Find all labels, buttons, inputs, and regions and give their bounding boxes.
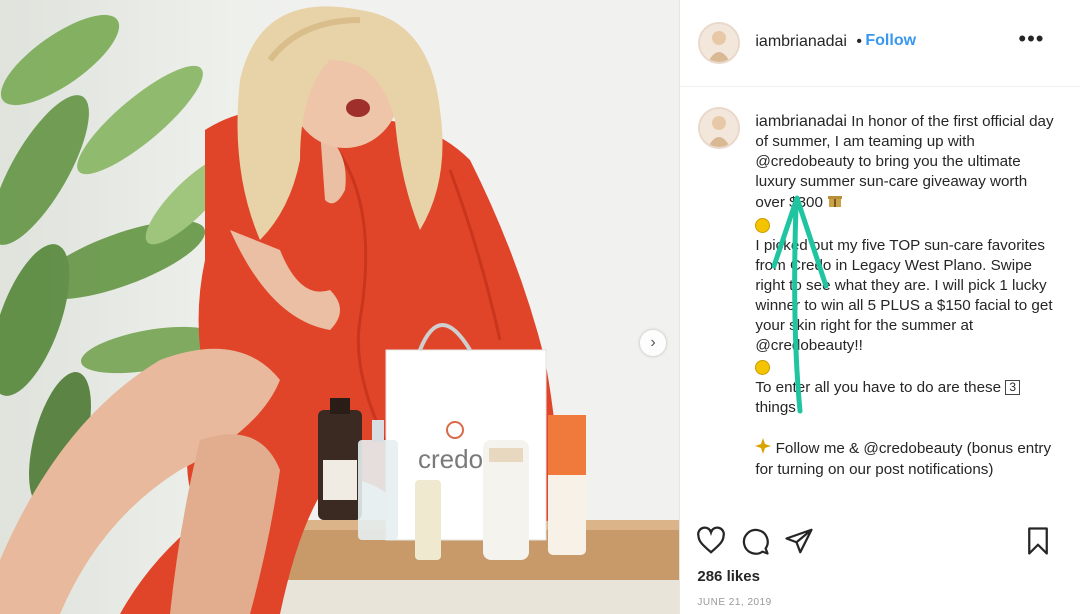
caption-text-5a: Follow me & xyxy=(775,440,860,458)
avatar-image xyxy=(700,109,739,147)
avatar-image xyxy=(700,24,739,62)
photo-illustration: credo xyxy=(0,0,680,614)
instagram-post: credo › iambrianadai • Follow ••• iambri… xyxy=(0,0,1080,614)
more-icon[interactable]: ••• xyxy=(1018,26,1044,52)
post-photo[interactable]: credo › xyxy=(0,0,680,614)
follow-button[interactable]: Follow xyxy=(865,32,916,50)
comment-icon[interactable] xyxy=(740,526,770,561)
keycap-number: 3 xyxy=(1005,380,1020,396)
caption-paragraph-4: Follow me & @credobeauty (bonus entry fo… xyxy=(755,438,1055,480)
bag-brand-text: credo xyxy=(418,444,483,474)
avatar[interactable] xyxy=(698,22,741,64)
chevron-right-icon: › xyxy=(650,334,656,351)
action-bar xyxy=(680,520,1080,560)
mention-link[interactable]: @credobeauty xyxy=(755,153,854,170)
annotation-arrow-icon xyxy=(771,195,829,414)
caption-avatar[interactable] xyxy=(698,107,741,149)
separator-dot: • xyxy=(856,33,862,50)
likes-count[interactable]: 286 likes xyxy=(697,568,760,585)
bookmark-icon[interactable] xyxy=(1023,526,1053,561)
header-username[interactable]: iambrianadai xyxy=(755,33,847,51)
share-icon[interactable] xyxy=(784,526,814,561)
post-date: JUNE 21, 2019 xyxy=(697,597,772,608)
mention-link[interactable]: @credobeauty xyxy=(863,440,962,457)
heart-icon[interactable] xyxy=(696,526,726,561)
carousel-next-button[interactable]: › xyxy=(640,330,666,356)
caption-username[interactable]: iambrianadai xyxy=(755,113,847,130)
post-header: iambrianadai • Follow ••• xyxy=(680,0,1080,87)
post-sidebar: iambrianadai • Follow ••• iambrianadai I… xyxy=(679,0,1080,614)
sparkle-icon xyxy=(755,438,772,460)
